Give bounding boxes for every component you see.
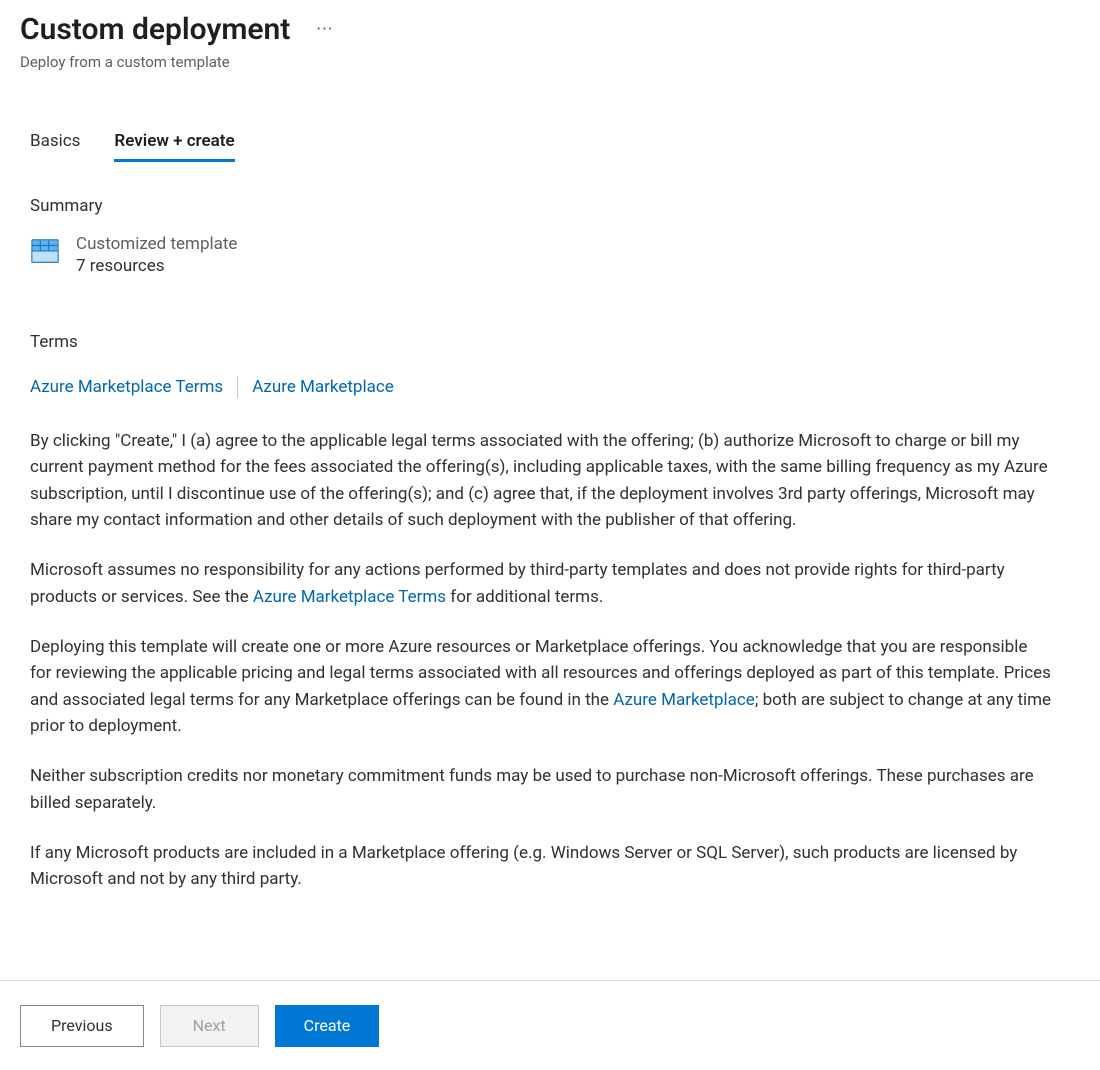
link-azure-marketplace-terms[interactable]: Azure Marketplace Terms — [30, 377, 223, 397]
summary-heading: Summary — [20, 196, 1072, 216]
footer: Previous Next Create — [0, 980, 1100, 1070]
tab-review-create[interactable]: Review + create — [114, 131, 234, 162]
summary-template-label: Customized template — [76, 234, 237, 254]
terms-paragraph-5: If any Microsoft products are included i… — [30, 840, 1052, 893]
next-button[interactable]: Next — [160, 1005, 259, 1047]
terms-paragraph-3: Deploying this template will create one … — [30, 634, 1052, 739]
page-subtitle: Deploy from a custom template — [20, 53, 1072, 71]
create-button[interactable]: Create — [275, 1005, 380, 1047]
terms-paragraph-4: Neither subscription credits nor monetar… — [30, 763, 1052, 816]
terms-body: By clicking "Create," I (a) agree to the… — [20, 428, 1072, 893]
page-title: Custom deployment — [20, 12, 290, 47]
terms-links: Azure Marketplace Terms Azure Marketplac… — [20, 376, 1072, 398]
terms-paragraph-1: By clicking "Create," I (a) agree to the… — [30, 428, 1052, 533]
summary-row: Customized template 7 resources — [20, 234, 1072, 276]
links-divider — [237, 376, 238, 398]
previous-button[interactable]: Previous — [20, 1005, 144, 1047]
tab-basics[interactable]: Basics — [30, 131, 80, 162]
tabs: Basics Review + create — [20, 131, 1072, 162]
terms-paragraph-2: Microsoft assumes no responsibility for … — [30, 557, 1052, 610]
link-azure-marketplace-terms-inline[interactable]: Azure Marketplace Terms — [253, 587, 446, 607]
link-azure-marketplace-inline[interactable]: Azure Marketplace — [613, 690, 755, 710]
link-azure-marketplace[interactable]: Azure Marketplace — [252, 377, 394, 397]
terms-heading: Terms — [20, 332, 1072, 352]
more-options-button[interactable]: ··· — [310, 15, 339, 44]
summary-resource-count: 7 resources — [76, 256, 237, 276]
template-icon — [30, 234, 60, 266]
